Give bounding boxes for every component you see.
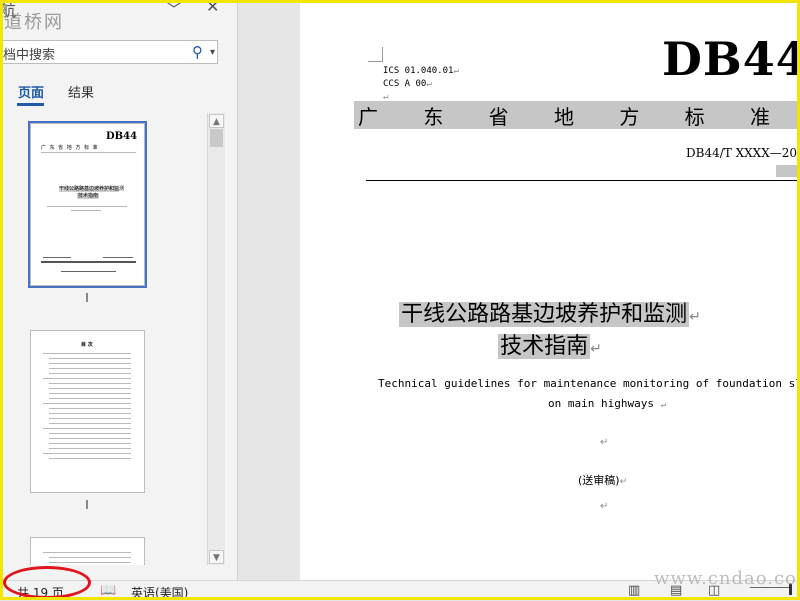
thumb-rule — [41, 152, 136, 153]
thumb-toc-line — [49, 458, 131, 459]
ccs-code: CCS A 00 — [383, 79, 427, 89]
province-char: 方 — [619, 104, 640, 129]
page-corner-marker — [368, 47, 383, 62]
page-marker-1 — [86, 293, 88, 302]
thumb-toc-line — [49, 443, 131, 444]
page-thumbnails: DB44 广 东 省 地 方 标 准 干线公路路基边坡养护和监测 技术指南 目 … — [0, 113, 206, 565]
highlight-box — [776, 165, 800, 177]
thumb-title-1: 干线公路路基边坡养护和监测 — [59, 186, 125, 192]
search-input[interactable]: 档中搜索 ⚲ ▾ — [0, 40, 218, 64]
proofing-book-icon[interactable]: 📖 — [100, 583, 116, 598]
thumb-toc-line — [49, 413, 131, 414]
doc-title-line-1: 干线公路路基边坡养护和监测 ↵ — [300, 296, 800, 328]
paragraph-mark-icon: ↵ — [600, 437, 609, 448]
paragraph-mark-icon: ↵ — [426, 79, 432, 89]
thumb-toc-line — [49, 368, 131, 369]
thumb-toc-line — [43, 403, 131, 404]
thumb-toc-line — [49, 438, 131, 439]
thumb-toc-line — [49, 423, 131, 424]
scroll-thumb[interactable] — [210, 129, 223, 147]
english-title-1: Technical guidelines for maintenance mon… — [378, 377, 800, 390]
thumb-toc-line — [49, 398, 131, 399]
doc-title-line-2: 技术指南 ↵ — [300, 328, 800, 360]
thumb-toc-line — [49, 408, 131, 409]
search-icon[interactable]: ⚲ — [192, 43, 203, 61]
page-marker-2 — [86, 500, 88, 509]
document-page[interactable]: ICS 01.040.01↵ CCS A 00↵ ↵ DB44 广东省地方标准 … — [300, 0, 800, 580]
thumb-toc-line — [49, 393, 131, 394]
tab-results[interactable]: 结果 — [68, 82, 94, 101]
thumb-toc-line — [49, 373, 131, 374]
header-rule — [366, 180, 800, 181]
language-indicator[interactable]: 英语(美国) — [131, 584, 188, 601]
search-placeholder: 档中搜索 — [3, 48, 56, 63]
paragraph-mark-icon: ↵ — [619, 477, 628, 487]
pane-options-chevron-icon[interactable]: ﹀ — [166, 0, 182, 20]
thumb-impl-date — [103, 257, 133, 258]
thumb-toc-line — [49, 358, 131, 359]
province-standard-banner: 广东省地方标准 — [354, 101, 800, 129]
paragraph-mark-icon: ↵ — [453, 66, 459, 76]
paragraph-mark-icon: ↵ — [600, 501, 609, 512]
thumb-toc-heading: 目 次 — [81, 342, 93, 348]
tab-active-indicator — [17, 103, 44, 106]
thumb-english-line — [47, 206, 127, 207]
thumb-db-code: DB44 — [106, 131, 138, 142]
doc-title-text-1: 干线公路路基边坡养护和监测 — [399, 302, 690, 327]
province-char: 标 — [684, 104, 705, 129]
standard-code-title: DB44 — [662, 32, 800, 86]
draft-label-text: (送审稿) — [578, 474, 620, 487]
thumb-toc-line — [43, 552, 131, 553]
english-title-2-text: on main highways — [548, 397, 654, 410]
search-dropdown-icon[interactable]: ▾ — [210, 47, 215, 58]
thumb-toc-line — [43, 428, 131, 429]
thumb-english-line-2 — [71, 210, 101, 211]
tab-pages[interactable]: 页面 — [18, 82, 44, 101]
province-char: 东 — [423, 104, 444, 129]
paragraph-mark-icon: ↵ — [590, 341, 602, 357]
thumbnail-scrollbar[interactable]: ▲ ▼ — [207, 113, 225, 565]
page-thumbnail-1[interactable]: DB44 广 东 省 地 方 标 准 干线公路路基边坡养护和监测 技术指南 — [28, 121, 147, 288]
english-title-2: on main highways ↵ — [548, 397, 666, 410]
thumb-toc-line — [43, 353, 131, 354]
navigation-pane: 道桥网 航 ﹀ ✕ 档中搜索 ⚲ ▾ 页面 结果 DB44 广 东 省 地 方 … — [0, 0, 238, 580]
pane-title-fragment: 航 — [0, 1, 17, 20]
province-char: 广 — [358, 104, 378, 129]
scroll-down-icon[interactable]: ▼ — [209, 550, 224, 564]
thumb-toc-line — [43, 453, 131, 454]
thumb-toc-line — [49, 363, 131, 364]
standard-number: DB44/T XXXX—2028 — [686, 146, 800, 160]
thumb-title-2: 技术指南 — [78, 193, 99, 199]
thumb-issue-date — [43, 257, 71, 258]
thumb-toc-line — [49, 562, 131, 563]
thumb-bottom-rule — [41, 261, 136, 263]
thumb-issuer — [61, 271, 116, 272]
thumb-toc-line — [49, 383, 131, 384]
doc-title-text-2: 技术指南 — [498, 334, 591, 359]
thumb-header: 广 东 省 地 方 标 准 — [41, 145, 99, 151]
paragraph-mark-icon: ↵ — [689, 309, 701, 325]
read-mode-icon[interactable]: ▥ — [628, 583, 640, 598]
thumb-toc-line — [49, 557, 131, 558]
thumb-toc-line — [43, 378, 131, 379]
province-char: 准 — [749, 104, 770, 129]
thumb-toc-line — [49, 388, 131, 389]
classification-codes: ICS 01.040.01↵ CCS A 00↵ ↵ — [383, 65, 459, 104]
red-annotation-circle — [3, 566, 91, 599]
province-char: 地 — [553, 104, 574, 129]
thumb-toc-line — [49, 433, 131, 434]
paragraph-mark-icon: ↵ — [660, 400, 667, 410]
province-char: 省 — [488, 104, 509, 129]
close-pane-icon[interactable]: ✕ — [206, 0, 219, 16]
thumb-toc-line — [49, 448, 131, 449]
page-thumbnail-2[interactable]: 目 次 — [30, 330, 145, 493]
ics-code: ICS 01.040.01 — [383, 66, 454, 76]
scroll-up-icon[interactable]: ▲ — [209, 114, 224, 128]
page-thumbnail-3[interactable] — [30, 537, 145, 565]
thumb-toc-line — [49, 418, 131, 419]
watermark-url: www.cndao.com — [654, 568, 800, 589]
draft-label: (送审稿)↵ — [578, 472, 627, 488]
